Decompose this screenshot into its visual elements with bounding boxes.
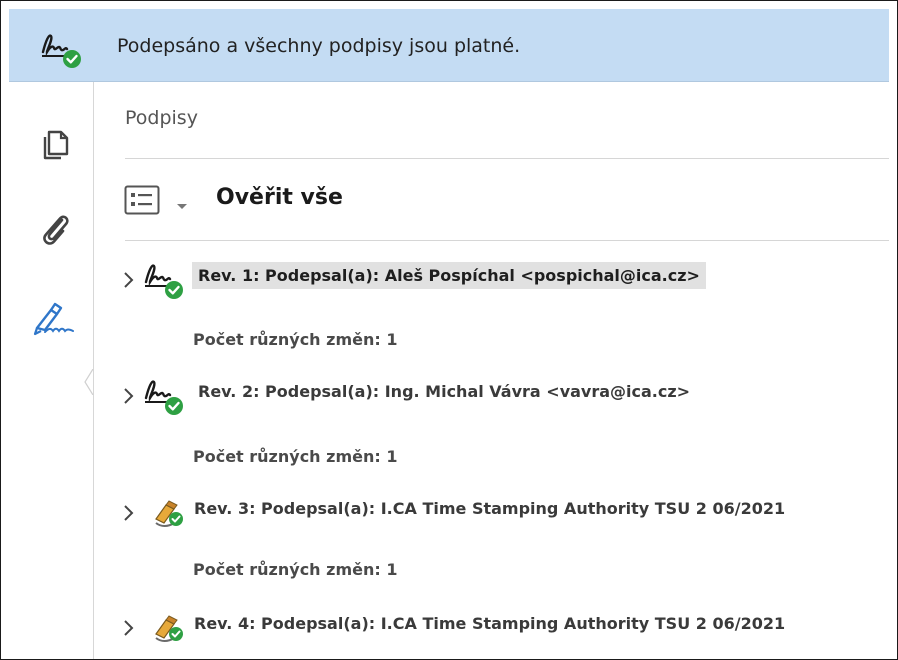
signature-valid-icon (39, 30, 83, 74)
signature-valid-icon (142, 372, 188, 426)
panel-title: Podpisy (125, 107, 198, 129)
divider (125, 240, 889, 241)
chevron-right-icon[interactable] (122, 270, 136, 294)
chevron-right-icon[interactable] (122, 386, 136, 410)
chevron-right-icon[interactable] (122, 618, 136, 642)
revision-row[interactable]: Rev. 4: Podepsal(a): I.CA Time Stamping … (118, 604, 838, 654)
revision-label[interactable]: Rev. 1: Podepsal(a): Aleš Pospíchal <pos… (192, 262, 706, 289)
revision-row[interactable]: Rev. 2: Podepsal(a): Ing. Michal Vávra <… (118, 372, 838, 422)
chevron-right-icon[interactable] (122, 503, 136, 527)
signatures-toolbar: Ověřit vše (124, 182, 524, 218)
changes-count: Počet různých změn: 1 (193, 447, 398, 466)
list-options-icon[interactable] (124, 185, 162, 219)
revision-label[interactable]: Rev. 2: Podepsal(a): Ing. Michal Vávra <… (192, 378, 696, 405)
timestamp-valid-icon (152, 612, 186, 648)
revision-row[interactable]: Rev. 1: Podepsal(a): Aleš Pospíchal <pos… (118, 256, 838, 306)
changes-count: Počet různých změn: 1 (193, 560, 398, 579)
changes-count: Počet různých změn: 1 (193, 330, 398, 349)
chevron-down-icon[interactable] (176, 196, 188, 215)
signature-status-banner: Podepsáno a všechny podpisy jsou platné. (9, 9, 889, 82)
signature-panel-icon[interactable] (31, 298, 79, 336)
revision-row[interactable]: Rev. 3: Podepsal(a): I.CA Time Stamping … (118, 489, 838, 539)
pages-icon[interactable] (37, 126, 73, 162)
signatures-panel: Podpisy Ověřit vše Rev. 1: Podepsal(a): … (94, 82, 889, 659)
attachment-icon[interactable] (37, 210, 73, 246)
navigation-rail (9, 82, 94, 659)
signature-window: Podepsáno a všechny podpisy jsou platné. (0, 0, 898, 660)
signature-valid-icon (142, 256, 188, 310)
timestamp-valid-icon (152, 497, 186, 533)
banner-message: Podepsáno a všechny podpisy jsou platné. (117, 35, 521, 57)
verify-all-button[interactable]: Ověřit vše (216, 185, 343, 210)
revision-label[interactable]: Rev. 4: Podepsal(a): I.CA Time Stamping … (188, 610, 791, 637)
revision-label[interactable]: Rev. 3: Podepsal(a): I.CA Time Stamping … (188, 495, 791, 522)
divider (125, 158, 889, 159)
